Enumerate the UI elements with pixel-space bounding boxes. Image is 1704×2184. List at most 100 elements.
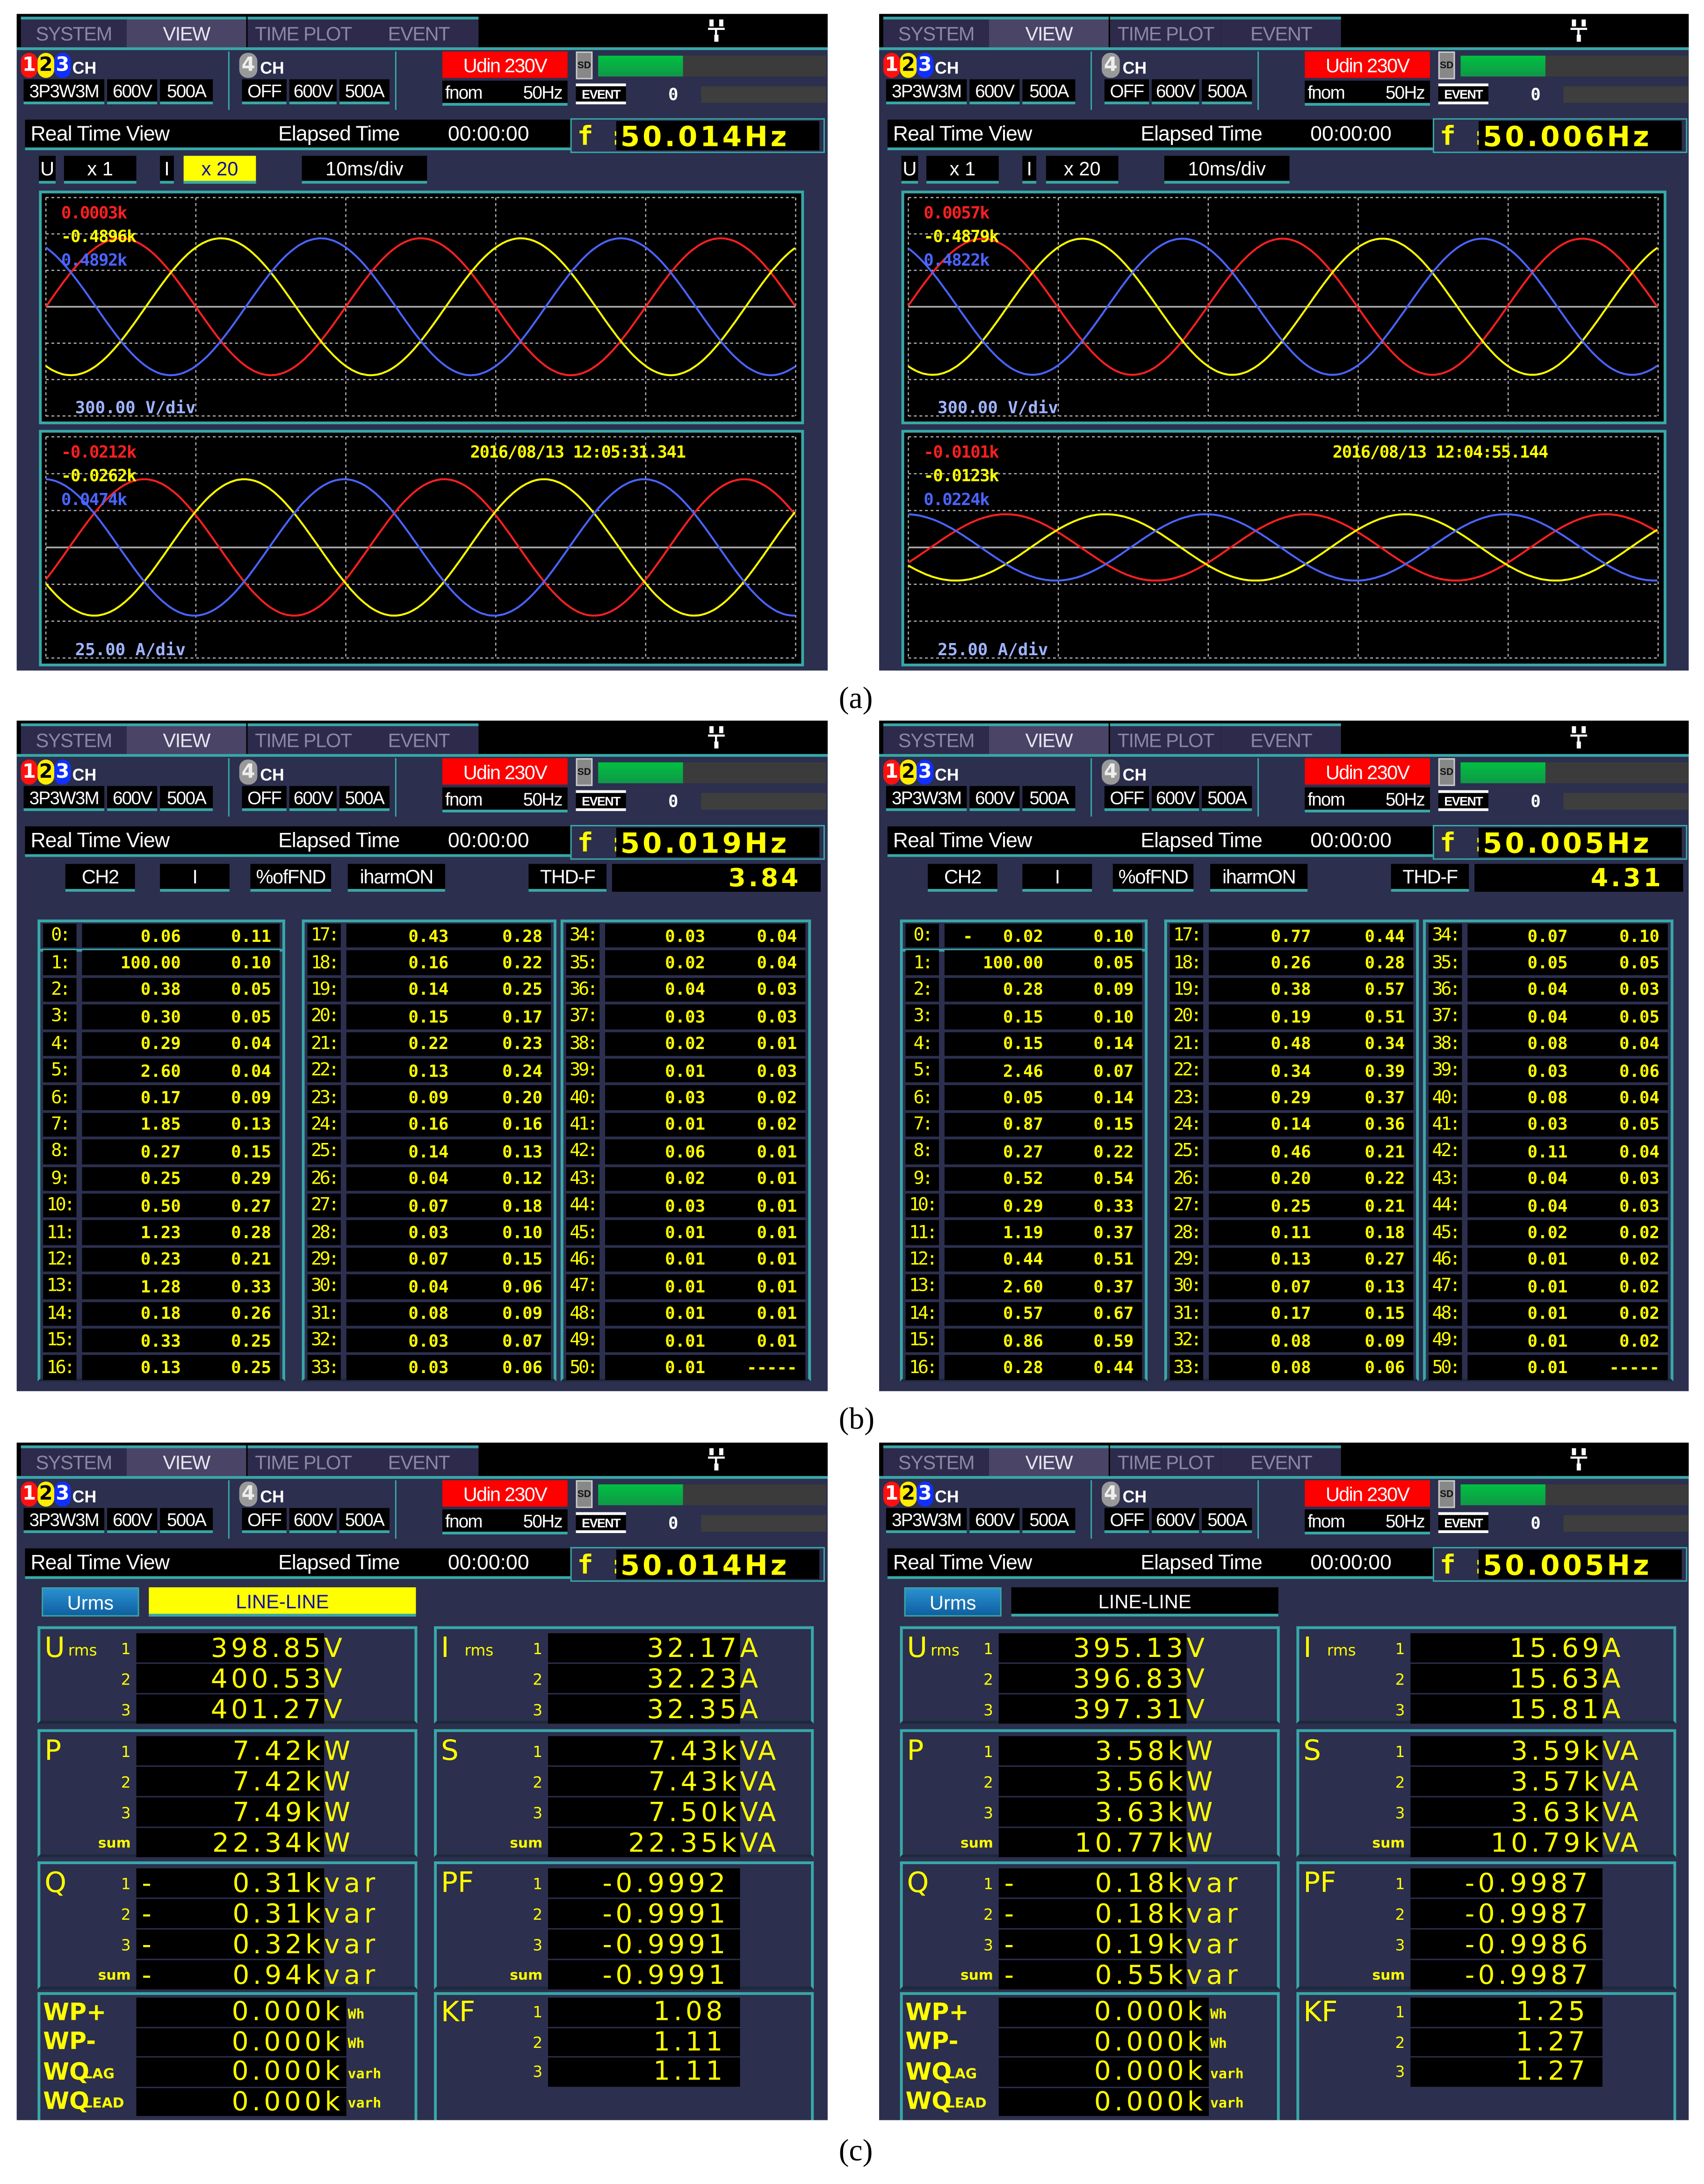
- tab-event[interactable]: EVENT: [1221, 16, 1341, 48]
- fnom-box[interactable]: fnom 50Hz: [1305, 787, 1430, 813]
- fnom-box[interactable]: fnom 50Hz: [442, 80, 568, 106]
- tab-view[interactable]: VIEW: [126, 16, 246, 48]
- ch4-voltage-range[interactable]: 600V: [1152, 79, 1199, 105]
- pf-phase-3: 3: [533, 1936, 543, 1954]
- tab-view[interactable]: VIEW: [126, 723, 246, 754]
- ch123-current-range[interactable]: 500A: [1022, 786, 1076, 811]
- timebase-selector[interactable]: 10ms/div: [1164, 156, 1290, 184]
- event-button[interactable]: EVENT: [1438, 83, 1488, 105]
- tab-time-plot[interactable]: TIME PLOT: [247, 16, 359, 48]
- wiring-value[interactable]: 3P3W3M: [23, 1508, 105, 1533]
- tab-event[interactable]: EVENT: [1221, 723, 1341, 754]
- tab-system[interactable]: SYSTEM: [883, 723, 989, 754]
- current-scale-selector[interactable]: x 20: [1046, 156, 1119, 184]
- tab-view[interactable]: VIEW: [126, 1445, 246, 1476]
- ch123-voltage-range[interactable]: 600V: [969, 1508, 1020, 1533]
- urms-button[interactable]: Urms: [904, 1587, 1002, 1617]
- ch4-current-range[interactable]: 500A: [339, 79, 390, 105]
- harmonic-values: 0.08 0.04: [1467, 1032, 1668, 1056]
- tab-view[interactable]: VIEW: [989, 1445, 1109, 1476]
- harmonic-values: 0.29 0.37: [1209, 1085, 1414, 1110]
- ch4-current-range[interactable]: 500A: [1202, 1508, 1252, 1533]
- fnom-box[interactable]: fnom 50Hz: [442, 787, 568, 813]
- harmonic-order: 3:: [905, 1005, 939, 1029]
- quantity-selector[interactable]: I: [160, 864, 230, 892]
- ch4-current-range[interactable]: 500A: [1202, 786, 1252, 811]
- harmonic-table-column-2: 17: 0.43 0.28 18: 0.16 0.22 19: 0.14 0.25 20: 0.15…: [302, 919, 556, 1381]
- tab-system[interactable]: SYSTEM: [21, 16, 127, 48]
- tab-event[interactable]: EVENT: [359, 16, 479, 48]
- ch4-state[interactable]: OFF: [242, 79, 287, 105]
- ch4-state[interactable]: OFF: [1104, 1508, 1149, 1533]
- ch4-state[interactable]: OFF: [1104, 79, 1149, 105]
- tab-system[interactable]: SYSTEM: [21, 1445, 127, 1476]
- fnom-box[interactable]: fnom 50Hz: [1305, 1509, 1430, 1535]
- ch4-current-range[interactable]: 500A: [339, 786, 390, 811]
- harmonic-mode-selector[interactable]: iharmON: [347, 864, 445, 892]
- voltage-scale-selector[interactable]: x 1: [926, 156, 999, 184]
- event-button[interactable]: EVENT: [1438, 790, 1488, 811]
- ch4-voltage-range[interactable]: 600V: [289, 1508, 337, 1533]
- harmonic-values: 0.04 0.12: [346, 1166, 551, 1191]
- tab-time-plot[interactable]: TIME PLOT: [1110, 16, 1221, 48]
- ch123-current-range[interactable]: 500A: [160, 786, 213, 811]
- wiring-value[interactable]: 3P3W3M: [23, 79, 105, 105]
- ch123-voltage-range[interactable]: 600V: [969, 786, 1020, 811]
- wiring-value[interactable]: 3P3W3M: [23, 786, 105, 811]
- harmonic-value-2: 0.13: [502, 1142, 543, 1162]
- channel-123-suffix: CH: [934, 58, 959, 78]
- tab-system[interactable]: SYSTEM: [883, 16, 989, 48]
- ch123-current-range[interactable]: 500A: [1022, 1508, 1076, 1533]
- ch4-voltage-range[interactable]: 600V: [289, 79, 337, 105]
- ch123-voltage-range[interactable]: 600V: [107, 1508, 158, 1533]
- tab-time-plot[interactable]: TIME PLOT: [247, 1445, 359, 1476]
- urms-button[interactable]: Urms: [42, 1587, 139, 1617]
- tab-time-plot[interactable]: TIME PLOT: [247, 723, 359, 754]
- ch123-voltage-range[interactable]: 600V: [107, 79, 158, 105]
- event-button[interactable]: EVENT: [1438, 1512, 1488, 1533]
- unit-selector[interactable]: %ofFND: [1112, 864, 1194, 892]
- quantity-selector[interactable]: I: [1022, 864, 1092, 892]
- connection-selector[interactable]: LINE-LINE: [1011, 1587, 1278, 1617]
- ch4-voltage-range[interactable]: 600V: [1152, 786, 1199, 811]
- harmonic-value-1: 0.01: [665, 1304, 706, 1323]
- tab-event[interactable]: EVENT: [359, 723, 479, 754]
- event-button[interactable]: EVENT: [576, 790, 626, 811]
- tab-time-plot[interactable]: TIME PLOT: [1110, 723, 1221, 754]
- ch4-voltage-range[interactable]: 600V: [1152, 1508, 1199, 1533]
- tab-time-plot[interactable]: TIME PLOT: [1110, 1445, 1221, 1476]
- timebase-selector[interactable]: 10ms/div: [302, 156, 427, 184]
- wiring-value[interactable]: 3P3W3M: [886, 1508, 967, 1533]
- harmonic-mode-selector[interactable]: iharmON: [1210, 864, 1308, 892]
- ch4-state[interactable]: OFF: [242, 786, 287, 811]
- tab-system[interactable]: SYSTEM: [21, 723, 127, 754]
- ch123-current-range[interactable]: 500A: [1022, 79, 1076, 105]
- harmonic-order: 41:: [566, 1113, 600, 1137]
- ch4-state[interactable]: OFF: [1104, 786, 1149, 811]
- tab-event[interactable]: EVENT: [359, 1445, 479, 1476]
- ch4-current-range[interactable]: 500A: [339, 1508, 390, 1533]
- ch4-current-range[interactable]: 500A: [1202, 79, 1252, 105]
- channel-selector[interactable]: CH2: [65, 864, 135, 892]
- connection-selector[interactable]: LINE-LINE: [149, 1587, 416, 1617]
- tab-event[interactable]: EVENT: [1221, 1445, 1341, 1476]
- ch4-state[interactable]: OFF: [242, 1508, 287, 1533]
- tab-system[interactable]: SYSTEM: [883, 1445, 989, 1476]
- event-button[interactable]: EVENT: [576, 83, 626, 105]
- wiring-value[interactable]: 3P3W3M: [886, 786, 967, 811]
- ch123-current-range[interactable]: 500A: [160, 1508, 213, 1533]
- fnom-box[interactable]: fnom 50Hz: [1305, 80, 1430, 106]
- channel-selector[interactable]: CH2: [928, 864, 997, 892]
- fnom-box[interactable]: fnom 50Hz: [442, 1509, 568, 1535]
- voltage-scale-selector[interactable]: x 1: [64, 156, 137, 184]
- current-scale-selector[interactable]: x 20: [183, 156, 256, 184]
- event-button[interactable]: EVENT: [576, 1512, 626, 1533]
- ch123-voltage-range[interactable]: 600V: [969, 79, 1020, 105]
- unit-selector[interactable]: %ofFND: [250, 864, 331, 892]
- tab-view[interactable]: VIEW: [989, 723, 1109, 754]
- ch4-voltage-range[interactable]: 600V: [289, 786, 337, 811]
- ch123-voltage-range[interactable]: 600V: [107, 786, 158, 811]
- ch123-current-range[interactable]: 500A: [160, 79, 213, 105]
- tab-view[interactable]: VIEW: [989, 16, 1109, 48]
- wiring-value[interactable]: 3P3W3M: [886, 79, 967, 105]
